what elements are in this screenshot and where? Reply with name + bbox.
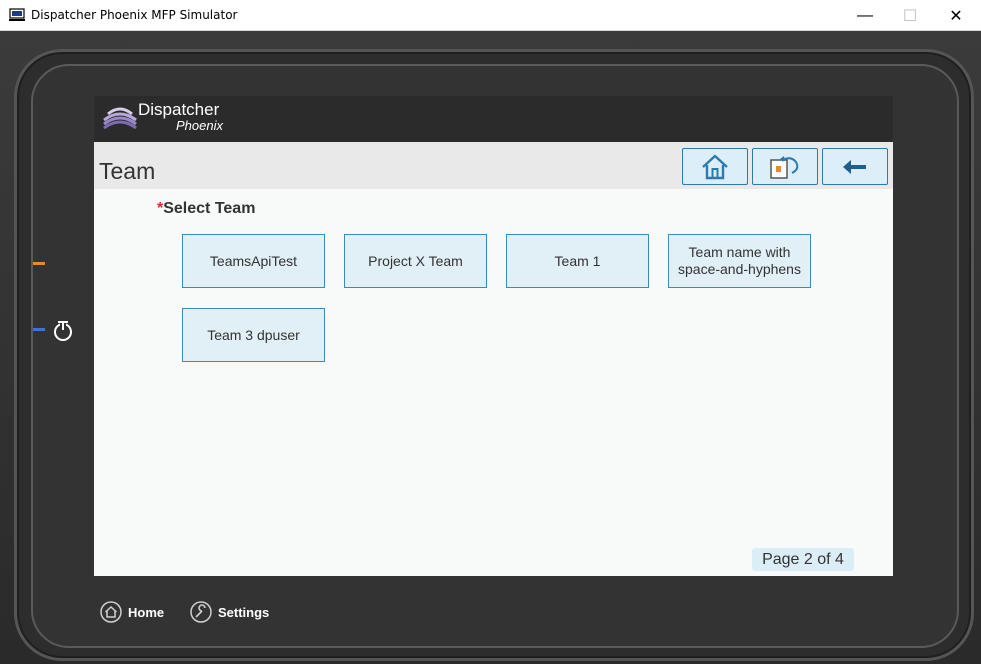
power-icon[interactable] (51, 318, 75, 342)
app-return-icon (770, 155, 799, 179)
team-option-button[interactable]: Team name with space-and-hyphens (668, 234, 811, 288)
minimize-button[interactable]: — (842, 0, 888, 31)
brand-bar: Dispatcher Phoenix (94, 96, 893, 142)
maximize-button[interactable]: ☐ (887, 0, 933, 31)
device-home-button[interactable]: Home (100, 600, 164, 624)
device-settings-label: Settings (218, 604, 270, 620)
team-option-button[interactable]: TeamsApiTest (182, 234, 325, 288)
brand-subtitle: Phoenix (176, 118, 223, 133)
status-led-orange (33, 262, 45, 265)
device-home-label: Home (128, 604, 165, 620)
window-titlebar: Dispatcher Phoenix MFP Simulator — ☐ ✕ (0, 0, 981, 31)
close-button[interactable]: ✕ (933, 0, 979, 31)
home-circle-icon (100, 601, 122, 623)
arrow-left-icon (843, 159, 866, 174)
team-option-button[interactable]: Project X Team (344, 234, 487, 288)
device-screen: Dispatcher Phoenix Team *Select Team Tea… (94, 96, 893, 576)
team-option-button[interactable]: Team 3 dpuser (182, 308, 325, 362)
app-icon (9, 8, 25, 21)
home-button[interactable] (682, 148, 748, 185)
home-icon (702, 154, 728, 179)
page-title: Team (99, 158, 156, 184)
select-team-text: Select Team (163, 200, 256, 217)
window-title: Dispatcher Phoenix MFP Simulator (31, 8, 238, 22)
back-button[interactable] (822, 148, 888, 185)
wrench-circle-icon (190, 601, 212, 623)
dispatcher-logo-icon (103, 107, 137, 130)
back-to-app-button[interactable] (752, 148, 818, 185)
select-team-label: *Select Team (157, 200, 255, 218)
team-option-button[interactable]: Team 1 (506, 234, 649, 288)
status-led-blue (33, 328, 45, 331)
page-indicator: Page 2 of 4 (752, 548, 854, 571)
brand-name: Dispatcher (138, 100, 220, 119)
device-settings-button[interactable]: Settings (190, 600, 269, 624)
header-bar: Team (94, 142, 893, 189)
